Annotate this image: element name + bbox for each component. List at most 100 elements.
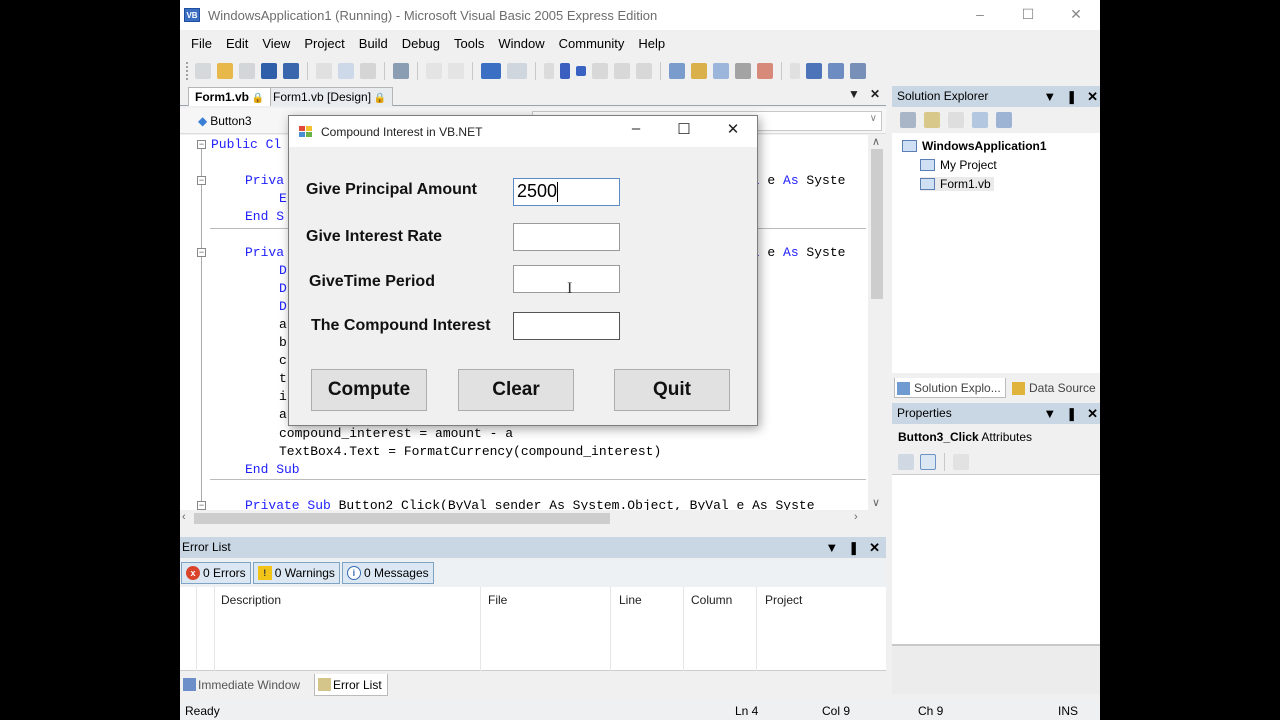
- principal-input[interactable]: 2500: [513, 178, 620, 206]
- pin-icon[interactable]: ❚: [1066, 86, 1077, 107]
- menu-project[interactable]: Project: [297, 36, 351, 51]
- object-browser-icon[interactable]: [691, 63, 707, 79]
- close-document-icon[interactable]: ✕: [870, 87, 880, 101]
- collapse-icon[interactable]: −: [197, 248, 206, 257]
- save-all-icon[interactable]: [283, 63, 299, 79]
- menu-debug[interactable]: Debug: [395, 36, 447, 51]
- menu-file[interactable]: File: [184, 36, 219, 51]
- tab-form1-design[interactable]: Form1.vb [Design] 🔒: [266, 87, 394, 106]
- tab-data-sources[interactable]: Data Source: [1010, 378, 1100, 398]
- pause-icon[interactable]: [560, 63, 570, 79]
- copy-icon[interactable]: [338, 63, 354, 79]
- tab-solution-explorer[interactable]: Solution Explo...: [894, 378, 1006, 398]
- warnings-filter-button[interactable]: ! 0 Warnings: [252, 561, 340, 584]
- messages-filter-button[interactable]: i 0 Messages: [341, 561, 434, 584]
- uncomment-icon[interactable]: [448, 63, 464, 79]
- next-icon[interactable]: [790, 63, 800, 79]
- stop-icon[interactable]: [576, 66, 586, 76]
- scroll-thumb[interactable]: [871, 149, 883, 299]
- properties-icon[interactable]: [828, 63, 844, 79]
- quit-button[interactable]: Quit: [614, 369, 730, 411]
- menu-tools[interactable]: Tools: [447, 36, 491, 51]
- undo-icon[interactable]: [481, 63, 501, 79]
- find-icon[interactable]: [393, 63, 409, 79]
- step-over-icon[interactable]: [614, 63, 630, 79]
- collapse-icon[interactable]: −: [197, 501, 206, 510]
- compound-interest-output[interactable]: [513, 312, 620, 340]
- menu-help[interactable]: Help: [631, 36, 672, 51]
- tree-item-my-project[interactable]: My Project: [920, 158, 997, 172]
- errors-filter-button[interactable]: x 0 Errors: [181, 561, 251, 584]
- form-minimize-button[interactable]: –: [621, 120, 651, 137]
- property-pages-icon[interactable]: [953, 454, 969, 470]
- form-close-button[interactable]: ✕: [718, 120, 748, 138]
- tools-icon[interactable]: [735, 63, 751, 79]
- column-header-project[interactable]: Project: [765, 593, 802, 607]
- minimize-button[interactable]: –: [956, 0, 1004, 28]
- view-designer-icon[interactable]: [996, 112, 1012, 128]
- horizontal-scrollbar[interactable]: ‹ ›: [180, 510, 868, 526]
- close-panel-icon[interactable]: ✕: [1087, 403, 1098, 424]
- vertical-scrollbar[interactable]: ∧ ∨: [868, 135, 886, 511]
- alphabetical-icon[interactable]: [920, 454, 936, 470]
- column-header-description[interactable]: Description: [221, 593, 281, 607]
- paste-icon[interactable]: [360, 63, 376, 79]
- close-panel-icon[interactable]: ✕: [869, 537, 880, 558]
- redo-icon[interactable]: [507, 63, 527, 79]
- dropdown-icon[interactable]: ▼: [1043, 86, 1056, 107]
- start-icon[interactable]: [544, 63, 554, 79]
- menu-community[interactable]: Community: [552, 36, 632, 51]
- refresh-icon[interactable]: [948, 112, 964, 128]
- tab-form1-code[interactable]: Form1.vb 🔒: [188, 87, 272, 106]
- step-into-icon[interactable]: [592, 63, 608, 79]
- categorized-icon[interactable]: [898, 454, 914, 470]
- form-maximize-button[interactable]: ☐: [669, 120, 699, 138]
- scroll-right-icon[interactable]: ›: [854, 511, 858, 523]
- column-header-file[interactable]: File: [488, 593, 507, 607]
- menu-build[interactable]: Build: [352, 36, 395, 51]
- step-out-icon[interactable]: [636, 63, 652, 79]
- scroll-thumb[interactable]: [194, 513, 610, 524]
- tab-error-list[interactable]: Error List: [314, 674, 388, 696]
- new-project-icon[interactable]: [195, 63, 211, 79]
- menu-window[interactable]: Window: [491, 36, 551, 51]
- find-symbol-icon[interactable]: [669, 63, 685, 79]
- comment-icon[interactable]: [426, 63, 442, 79]
- bookmark-icon[interactable]: [806, 63, 822, 79]
- column-header-column[interactable]: Column: [691, 593, 732, 607]
- window-icon[interactable]: [850, 63, 866, 79]
- show-all-files-icon[interactable]: [924, 112, 940, 128]
- open-folder-icon[interactable]: [217, 63, 233, 79]
- toolbar-grip[interactable]: [186, 62, 189, 80]
- clear-button[interactable]: Clear: [458, 369, 574, 411]
- compute-button[interactable]: Compute: [311, 369, 427, 411]
- tree-item-form1[interactable]: Form1.vb: [920, 177, 994, 191]
- dropdown-icon[interactable]: ▼: [1043, 403, 1056, 424]
- scroll-up-icon[interactable]: ∧: [872, 135, 880, 148]
- save-icon[interactable]: [261, 63, 277, 79]
- properties-object-selector[interactable]: Button3_Click Attributes: [892, 424, 1100, 450]
- interest-rate-input[interactable]: [513, 223, 620, 251]
- pin-icon[interactable]: ❚: [1066, 403, 1077, 424]
- scroll-down-icon[interactable]: ∨: [872, 496, 880, 509]
- toolbox-icon[interactable]: [713, 63, 729, 79]
- maximize-button[interactable]: ☐: [1004, 0, 1052, 28]
- view-code-icon[interactable]: [972, 112, 988, 128]
- tab-dropdown-icon[interactable]: ▼: [848, 87, 860, 101]
- add-item-icon[interactable]: [239, 63, 255, 79]
- properties-icon[interactable]: [900, 112, 916, 128]
- tree-item-project[interactable]: WindowsApplication1: [902, 139, 1047, 153]
- close-panel-icon[interactable]: ✕: [1087, 86, 1098, 107]
- errors-icon[interactable]: [757, 63, 773, 79]
- tab-immediate-window[interactable]: Immediate Window: [180, 674, 305, 696]
- dropdown-icon[interactable]: ▼: [825, 537, 838, 558]
- cut-icon[interactable]: [316, 63, 332, 79]
- pin-icon[interactable]: ❚: [848, 537, 859, 558]
- menu-edit[interactable]: Edit: [219, 36, 255, 51]
- column-header-line[interactable]: Line: [619, 593, 642, 607]
- collapse-icon[interactable]: −: [197, 140, 206, 149]
- close-button[interactable]: ✕: [1052, 0, 1100, 28]
- collapse-icon[interactable]: −: [197, 176, 206, 185]
- scroll-left-icon[interactable]: ‹: [182, 511, 186, 523]
- menu-view[interactable]: View: [255, 36, 297, 51]
